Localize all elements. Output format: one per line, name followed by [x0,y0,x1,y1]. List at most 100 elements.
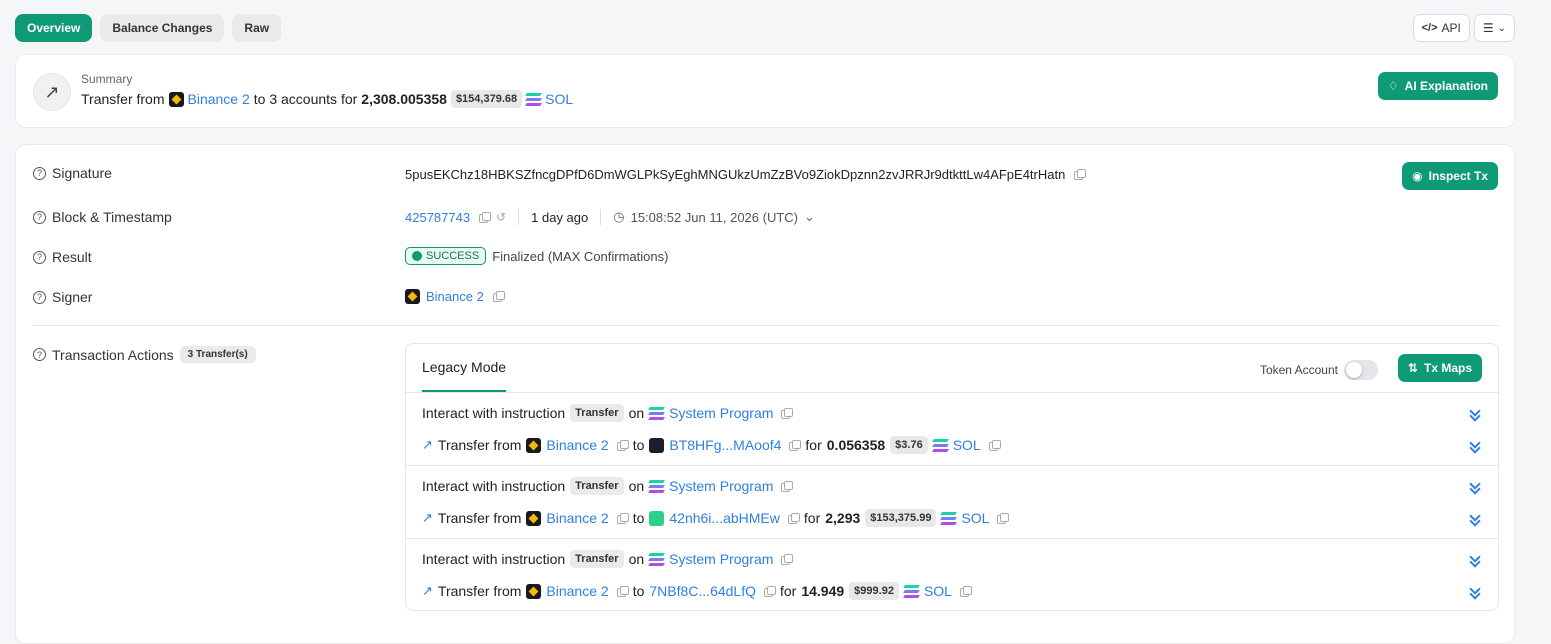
transfer-usd: $999.92 [849,582,899,600]
token-account-toggle[interactable] [1344,360,1378,380]
copy-icon[interactable] [997,512,1010,524]
account-icon [649,437,665,453]
details-card: ? Signature 5pusEKChz18HBKSZfncgDPfD6DmWG… [15,144,1515,644]
solana-icon [648,479,666,493]
token-link[interactable]: SOL [924,583,952,599]
copy-icon[interactable] [616,439,629,451]
expand-chevron-icon[interactable] [1470,555,1480,565]
binance-icon [526,437,542,453]
program-link[interactable]: System Program [669,551,773,567]
actions-row-label: ? Transaction Actions 3 Transfer(s) [33,346,256,363]
result-value: SUCCESS Finalized (MAX Confirmations) [405,247,668,265]
summary-label: Summary [81,72,133,86]
to-link[interactable]: BT8HFg...MAoof4 [669,437,781,453]
help-icon: ? [33,210,46,224]
copy-icon[interactable] [764,585,776,597]
copy-icon[interactable] [789,439,802,451]
binance-icon [526,510,542,526]
chevron-down-icon[interactable]: ⌄ [804,209,815,225]
timestamp: 15:08:52 Jun 11, 2026 (UTC) [630,209,799,225]
arrow-up-right-icon: ↗ [422,437,433,452]
transfer-usd: $153,375.99 [865,509,937,527]
program-link[interactable]: System Program [669,478,773,494]
copy-icon[interactable] [781,553,794,565]
to-text: to [632,437,645,453]
solana-icon [648,552,666,566]
copy-icon[interactable] [479,211,492,223]
on-text: on [628,551,645,567]
copy-icon[interactable] [616,585,629,597]
copy-icon[interactable] [959,585,972,597]
token-link[interactable]: SOL [961,510,989,526]
transaction-actions-panel: Legacy Mode Token Account ⇅ Tx Maps Inter… [405,343,1499,611]
solana-icon [931,438,949,452]
summary-card: ↗ Summary Transfer from Binance 2 to 3 a… [15,54,1515,128]
expand-chevron-icon[interactable] [1470,587,1480,597]
transfer-amount: 2,293 [825,510,861,526]
tab-overview[interactable]: Overview [15,14,93,42]
summary-from-link[interactable]: Binance 2 [188,91,250,107]
copy-icon[interactable] [787,512,800,524]
from-link[interactable]: Binance 2 [546,437,608,453]
to-link[interactable]: 42nh6i...abHMEw [669,510,780,526]
instruction-line: Interact with instruction Transfer on Sy… [422,477,794,495]
from-link[interactable]: Binance 2 [546,583,608,599]
tab-balance-changes[interactable]: Balance Changes [100,14,225,42]
copy-icon[interactable] [781,407,794,419]
expand-chevron-icon[interactable] [1470,514,1480,524]
solana-icon [525,92,542,106]
summary-token-link[interactable]: SOL [545,91,573,107]
ai-explanation-button[interactable]: ♢ AI Explanation [1377,72,1498,100]
program-link[interactable]: System Program [669,405,773,421]
divider [33,325,1499,326]
top-right-controls: </> API ☰ ⌄ [1412,14,1515,42]
copy-icon[interactable] [1074,169,1087,180]
for-text: for [803,510,821,526]
copy-icon[interactable] [988,439,1001,451]
summary-usd: $154,379.68 [450,90,523,108]
on-text: on [628,405,645,421]
transfer-from-text: Transfer from [437,510,522,526]
tab-legacy-mode[interactable]: Legacy Mode [422,359,507,392]
api-button[interactable]: </> API [1412,14,1470,42]
tab-raw[interactable]: Raw [232,14,282,42]
map-icon: ⇅ [1407,361,1418,375]
copy-icon[interactable] [781,480,794,492]
inspect-tx-button[interactable]: ◉ Inspect Tx [1402,162,1498,190]
actions-label: Transaction Actions [52,346,174,363]
history-icon[interactable]: ↺ [496,210,506,224]
time-ago: 1 day ago [531,209,589,225]
expand-chevron-icon[interactable] [1470,482,1480,492]
from-link[interactable]: Binance 2 [546,510,608,526]
transfer-from-text: Transfer from [437,437,522,453]
chevron-down-icon: ⌄ [1497,22,1506,34]
signer-link[interactable]: Binance 2 [426,289,484,304]
check-circle-icon [412,251,422,261]
transfers-count-badge: 3 Transfer(s) [179,346,256,363]
divider [600,209,602,225]
list-icon: ☰ [1482,21,1494,35]
binance-icon [405,289,420,304]
result-label: Result [52,249,92,265]
list-menu-button[interactable]: ☰ ⌄ [1473,14,1515,42]
help-icon: ? [33,348,46,361]
expand-chevron-icon[interactable] [1470,441,1480,451]
eye-icon: ◉ [1412,169,1423,183]
copy-icon[interactable] [492,291,505,302]
instruction-line: Interact with instruction Transfer on Sy… [422,404,794,422]
transfer-amount: 0.056358 [826,437,886,453]
to-link[interactable]: 7NBf8C...64dLfQ [649,583,756,599]
binance-icon [168,91,184,107]
arrow-up-right-icon: ↗ [422,510,433,525]
solana-icon [940,511,958,525]
tx-maps-button[interactable]: ⇅ Tx Maps [1397,354,1482,382]
token-account-toggle-group: Token Account [1260,360,1378,380]
action-item: Interact with instruction Transfer on Sy… [406,393,1498,466]
token-link[interactable]: SOL [953,437,981,453]
block-link[interactable]: 425787743 [405,210,470,225]
view-tabs: Overview Balance Changes Raw [15,14,282,42]
copy-icon[interactable] [616,512,629,524]
expand-chevron-icon[interactable] [1470,409,1480,419]
action-item: Interact with instruction Transfer on Sy… [406,539,1498,610]
help-icon: ? [33,166,46,180]
